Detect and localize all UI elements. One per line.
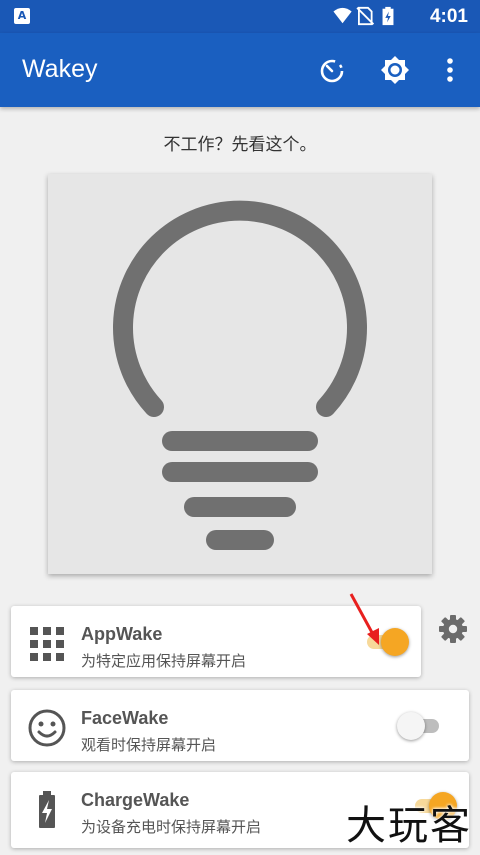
chargewake-title: ChargeWake <box>81 790 190 810</box>
brightness-icon[interactable] <box>380 55 410 85</box>
facewake-card[interactable]: FaceWake 观看时保持屏幕开启 <box>11 690 469 761</box>
facewake-title: FaceWake <box>81 708 169 728</box>
annotation-arrow <box>349 593 379 645</box>
face-icon <box>28 709 66 747</box>
wake-toggle-bulb[interactable] <box>48 174 432 574</box>
wifi-icon <box>333 7 352 24</box>
status-bar: A 4:01 <box>0 0 480 33</box>
more-vert-icon[interactable] <box>436 55 464 85</box>
status-time: 4:01 <box>429 6 468 27</box>
facewake-toggle[interactable] <box>397 712 443 740</box>
battery-charging-icon <box>382 6 394 26</box>
appwake-title: AppWake <box>81 624 163 644</box>
no-sim-icon <box>356 6 375 26</box>
facewake-subtitle: 观看时保持屏幕开启 <box>81 736 217 754</box>
timer-icon[interactable] <box>317 55 347 85</box>
lightbulb-icon <box>113 200 367 550</box>
battery-charging-icon <box>39 791 55 828</box>
accessibility-notification-icon: A <box>14 8 30 24</box>
apps-grid-icon <box>30 627 64 661</box>
status-icons <box>333 6 394 26</box>
appwake-subtitle: 为特定应用保持屏幕开启 <box>81 652 247 670</box>
help-hint-link[interactable]: 不工作？先看这个。 <box>0 130 480 155</box>
chargewake-subtitle: 为设备充电时保持屏幕开启 <box>81 818 262 836</box>
app-title: Wakey <box>22 55 98 83</box>
app-bar: Wakey <box>0 33 480 107</box>
appwake-settings-gear-icon[interactable] <box>438 614 468 644</box>
watermark: 大玩客 <box>346 803 472 849</box>
